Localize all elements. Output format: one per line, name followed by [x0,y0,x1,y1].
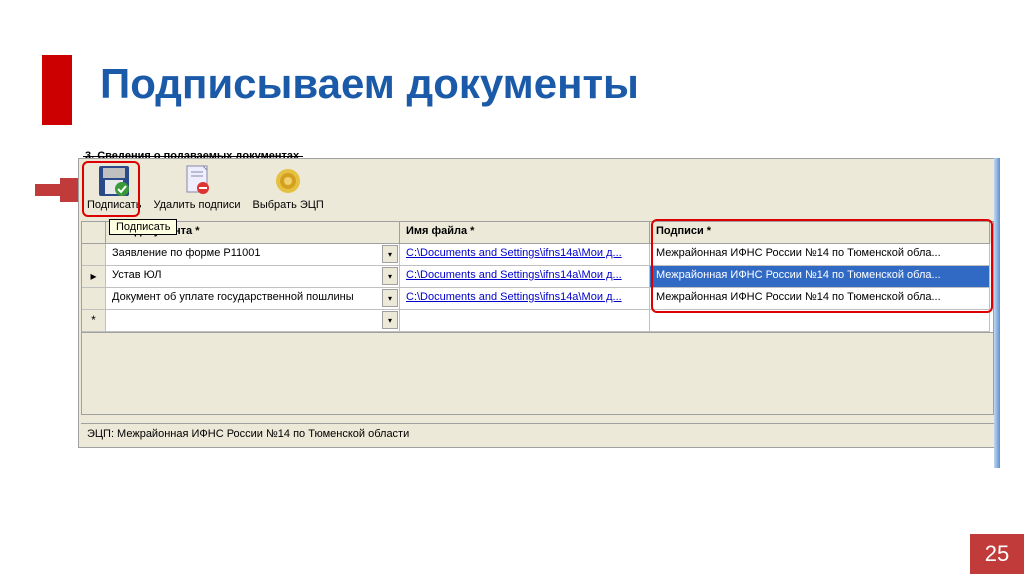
choose-ecp-label: Выбрать ЭЦП [253,199,324,211]
delete-sig-label: Удалить подписи [153,199,240,211]
signature-cell[interactable]: Межрайонная ИФНС России №14 по Тюменской… [650,244,990,266]
table-row[interactable]: Заявление по форме Р11001▾ C:\Documents a… [82,244,993,266]
doc-name-cell[interactable]: Заявление по форме Р11001▾ [106,244,400,266]
file-name-cell[interactable]: C:\Documents and Settings\ifns14a\Мои д.… [400,266,650,288]
doc-name-cell[interactable]: Документ об уплате государственной пошли… [106,288,400,310]
pointer-arrow-icon [35,178,80,202]
doc-name-cell[interactable]: Устав ЮЛ▾ [106,266,400,288]
signature-cell[interactable] [650,310,990,332]
window-edge [994,158,1000,468]
signature-cell[interactable]: Межрайонная ИФНС России №14 по Тюменской… [650,288,990,310]
status-bar: ЭЦП: Межрайонная ИФНС России №14 по Тюме… [81,423,994,445]
delete-sig-button[interactable]: Удалить подписи [153,163,240,211]
dropdown-arrow-icon[interactable]: ▾ [382,311,398,329]
app-panel: Подписать Удалить подписи [78,158,997,448]
row-marker [82,244,106,266]
sign-button[interactable]: Подписать [87,163,141,211]
file-link[interactable]: C:\Documents and Settings\ifns14a\Мои д.… [406,247,622,259]
strike-line [83,156,303,157]
grid-filler [82,332,993,414]
page-delete-icon [179,163,215,199]
row-marker-header [82,222,106,244]
file-name-cell[interactable]: C:\Documents and Settings\ifns14a\Мои д.… [400,244,650,266]
toolbar: Подписать Удалить подписи [87,163,324,211]
page-title: Подписываем документы [100,60,639,108]
row-marker [82,288,106,310]
documents-grid[interactable]: ние документа * Имя файла * Подписи * За… [81,221,994,415]
file-link[interactable]: C:\Documents and Settings\ifns14a\Мои д.… [406,291,622,303]
table-row[interactable]: ▸Устав ЮЛ▾ C:\Documents and Settings\ifns… [82,266,993,288]
doc-name-cell[interactable]: ▾ [106,310,400,332]
accent-bar [42,55,72,125]
dropdown-arrow-icon[interactable]: ▾ [382,267,398,285]
table-row[interactable]: Документ об уплате государственной пошли… [82,288,993,310]
file-link[interactable]: C:\Documents and Settings\ifns14a\Мои д.… [406,269,622,281]
disk-sign-icon [96,163,132,199]
col-sign-header[interactable]: Подписи * [650,222,990,244]
signature-cell[interactable]: Межрайонная ИФНС России №14 по Тюменской… [650,266,990,288]
sign-tooltip: Подписать [109,219,177,235]
choose-ecp-button[interactable]: Выбрать ЭЦП [253,163,324,211]
row-marker: ▸ [82,266,106,288]
file-name-cell[interactable] [400,310,650,332]
dropdown-arrow-icon[interactable]: ▾ [382,245,398,263]
grid-header-row: ние документа * Имя файла * Подписи * [82,222,993,244]
dropdown-arrow-icon[interactable]: ▾ [382,289,398,307]
seal-icon [270,163,306,199]
file-name-cell[interactable]: C:\Documents and Settings\ifns14a\Мои д.… [400,288,650,310]
sign-label: Подписать [87,199,141,211]
row-marker: * [82,310,106,332]
table-row[interactable]: *▾ [82,310,993,332]
col-file-header[interactable]: Имя файла * [400,222,650,244]
page-number: 25 [970,534,1024,574]
